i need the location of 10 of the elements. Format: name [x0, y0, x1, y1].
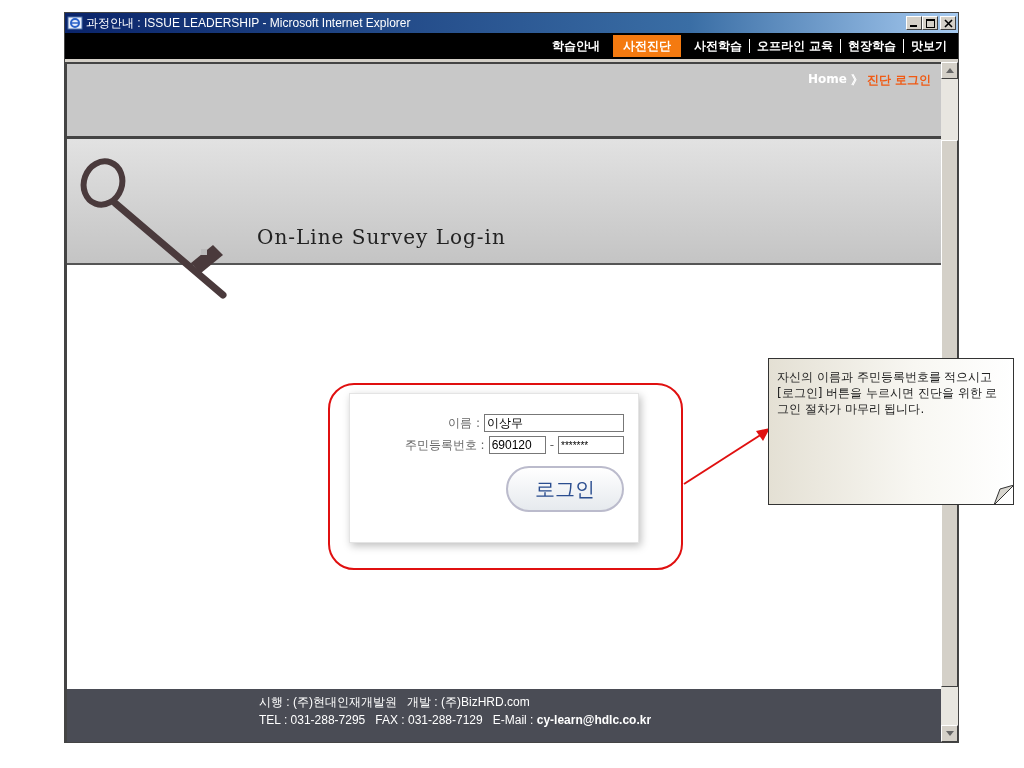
current-page-label: 진단 로그인: [866, 72, 931, 89]
id-number-label: 주민등록번호 :: [404, 436, 485, 454]
footer-contact: TEL : 031-288-7295 FAX : 031-288-7129 E-Mail : cy-learn@hdlc.co.kr: [259, 713, 653, 727]
footer-credits: 시행 : (주)현대인재개발원 개발 : (주)BizHRD.com: [259, 694, 531, 711]
callout-text: 자신의 이름과 주민등록번호를 적으시고 [로그인] 버튼을 누르시면 진단을 위한 로그인 절차가 마무리 됩니다.: [777, 369, 999, 417]
breadcrumb-separator: 》: [850, 72, 863, 89]
name-label: 이름 :: [448, 414, 480, 432]
window-title: 과정안내 : ISSUE LEADERSHIP - Microsoft Internet Explorer: [86, 14, 412, 32]
banner-title: On-Line Survey Log-in: [257, 225, 506, 249]
dash-separator: -: [549, 438, 554, 452]
